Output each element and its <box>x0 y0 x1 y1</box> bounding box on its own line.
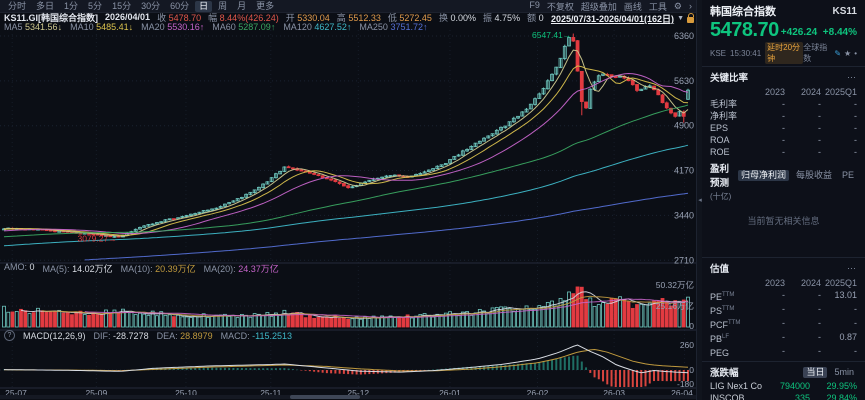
global-index-link[interactable]: 全球指数 ✎ ★ • <box>803 42 857 64</box>
index-name: 韩国综合指数 <box>710 6 776 18</box>
price-change: +426.24 +8.44% <box>780 27 857 38</box>
star-icon[interactable]: ★ <box>844 49 851 58</box>
svg-text:6360: 6360 <box>674 31 694 41</box>
toolbar-right: F9 不复权 超级叠加 画线 工具 ⚙ › <box>529 0 696 13</box>
section-valuation: 估值 ⋯ <box>702 257 865 277</box>
quote-summary-row: KS11.GI[韩国综合指数] 2026/04/01 收 5478.70 幅 8.… <box>0 12 700 24</box>
macd-title: MACD(12,26,9) <box>23 330 86 341</box>
scrollbar-thumb[interactable] <box>290 395 360 399</box>
ratio-row: 净利率 --- <box>710 111 857 121</box>
ratio-row: 毛利率 --- <box>710 99 857 109</box>
toolbar-action[interactable]: 超级叠加 <box>581 0 617 13</box>
volume-ma-item: MA(5): 14.02万亿 <box>42 264 113 274</box>
ratio-row: ROE --- <box>710 147 857 157</box>
more-icon[interactable]: ⋯ <box>847 263 857 274</box>
trading-terminal-window: 分时 多日 1分 5分 15分 30分 60分日周月更多 F9 不复权 超级叠加 画线 工具 ⚙ ›… <box>0 0 865 400</box>
valuation-row: PBLF - -0.87 <box>710 332 857 344</box>
unit-label: (十亿) <box>710 192 732 201</box>
ratios-column-headers: 2023 2024 2025Q1 <box>764 87 857 97</box>
ratio-row: ROA --- <box>710 135 857 145</box>
forecast-metric-button[interactable]: PE <box>839 170 857 181</box>
quote-side-panel: 韩国综合指数 KS11 5478.70 +426.24 +8.44% KSE 15… <box>702 0 865 400</box>
svg-text:4170: 4170 <box>674 166 694 176</box>
volume-ma-item: MA(20): 24.37万亿 <box>203 264 279 274</box>
kline-chart[interactable]: 6360 5630 4900 4170 3440 2710 50.32万亿 25.16万亿 0 2… <box>0 30 696 398</box>
gear-icon[interactable]: ⚙ <box>674 1 682 12</box>
chevron-right-icon[interactable]: › <box>689 1 692 11</box>
macd-legend: ? MACD(12,26,9) DIF: -28.7278 DEA: 28.897… <box>4 330 292 341</box>
svg-text:50.32万亿: 50.32万亿 <box>656 280 694 290</box>
period-tab[interactable]: 15分 <box>108 1 135 12</box>
svg-text:260: 260 <box>680 340 694 350</box>
forecast-metric-button[interactable]: 归母净利润 <box>737 169 789 181</box>
volume-ma-item: MA(10): 20.39万亿 <box>120 264 196 274</box>
macd-legend-item: DIF: -28.7278 <box>93 330 149 341</box>
rank-period-button[interactable]: 当日 <box>803 366 828 378</box>
section-forecast: 盈利预测 归母净利润 每股收益 PE <box>702 158 865 190</box>
amount-label: AMO: 0 <box>4 262 35 272</box>
quote-date: 2026/04/01 <box>105 12 151 22</box>
pencil-icon[interactable]: ✎ <box>834 49 841 58</box>
quote-header: 韩国综合指数 KS11 5478.70 +426.24 +8.44% KSE 15… <box>702 0 865 67</box>
svg-text:6547.41→: 6547.41→ <box>532 30 571 40</box>
exchange-time: KSE 15:30:41 延时20分钟 <box>710 42 804 64</box>
ratio-row: EPS --- <box>710 123 857 133</box>
index-code: KS11 <box>832 5 857 17</box>
last-price: 5478.70 <box>710 19 779 41</box>
valuation-row: PSTTM --- <box>710 304 857 316</box>
gainer-row[interactable]: LIG Nex1 Co Ltd 794000 29.95% <box>702 381 865 393</box>
empty-state-text: 当前暂无相关信息 <box>747 216 820 226</box>
section-rank: 涨跌幅 当日 5min <box>702 361 865 381</box>
valuation-row: PEG --- <box>710 346 857 358</box>
rank-period-button[interactable]: 5min <box>831 367 857 378</box>
svg-text:25.16万亿: 25.16万亿 <box>656 301 694 311</box>
svg-text:5630: 5630 <box>674 76 694 86</box>
valuation-row: PETTM - -13.01 <box>710 290 857 302</box>
toolbar-action[interactable]: 不复权 <box>547 0 574 13</box>
macd-legend-item: MACD: -115.2513 <box>220 330 293 341</box>
volume-legend: AMO: 0 MA(5): 14.02万亿 MA(10): 20.39万亿 MA(2… <box>4 262 279 275</box>
horizontal-scrollbar[interactable] <box>0 395 696 399</box>
macd-legend-item: DEA: 28.8979 <box>156 330 213 341</box>
forecast-metric-button[interactable]: 每股收益 <box>793 170 835 181</box>
svg-text:2710: 2710 <box>674 255 694 265</box>
caret-down-icon: ▼ <box>677 15 684 22</box>
valuation-column-headers: 2023 2024 2025Q1 <box>764 278 857 288</box>
delay-badge: 延时20分钟 <box>765 42 804 64</box>
more-icon[interactable]: ⋯ <box>847 72 857 83</box>
toolbar-action[interactable]: 工具 <box>649 0 667 13</box>
svg-text:0: 0 <box>689 365 694 375</box>
valuation-row: PCFTTM --- <box>710 318 857 330</box>
gainer-row[interactable]: INSCOB 335 29.84% <box>702 393 865 400</box>
svg-text:3440: 3440 <box>674 210 694 220</box>
chart-area: 分时 多日 1分 5分 15分 30分 60分日周月更多 F9 不复权 超级叠加 画线 工具 ⚙ ›… <box>0 0 696 400</box>
svg-text:4900: 4900 <box>674 121 694 131</box>
svg-text:3079.27→: 3079.27→ <box>77 234 116 244</box>
dot-icon[interactable]: • <box>854 49 857 58</box>
svg-text:0: 0 <box>689 321 694 331</box>
help-icon[interactable]: ? <box>4 330 15 341</box>
toolbar-action[interactable]: 画线 <box>624 0 642 13</box>
section-key-ratios: 关键比率 ⋯ <box>710 71 857 85</box>
